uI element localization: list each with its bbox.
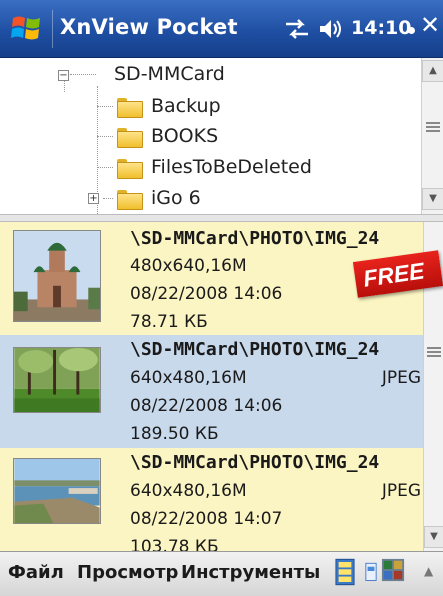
windows-start-icon[interactable] bbox=[10, 12, 44, 44]
tree-item-filestobedeleted[interactable]: FilesToBeDeleted bbox=[0, 153, 420, 183]
file-path: \SD-MMCard\PHOTO\IMG_24 bbox=[130, 339, 380, 360]
file-format: JPEG bbox=[381, 368, 421, 388]
title-bar: XnView Pocket 14:10 ✕ bbox=[0, 0, 443, 58]
file-size: 103.78 КБ bbox=[130, 537, 219, 551]
file-date: 08/22/2008 14:06 bbox=[130, 284, 283, 304]
menu-view[interactable]: Просмотр bbox=[77, 562, 178, 583]
input-panel-arrow-icon[interactable]: ▲ bbox=[424, 564, 433, 578]
scroll-up-button[interactable]: ▲ bbox=[422, 60, 443, 82]
tree-item-books[interactable]: BOOKS bbox=[0, 122, 420, 152]
file-format: JPEG bbox=[381, 481, 421, 501]
file-dimensions: 480x640,16M bbox=[130, 256, 247, 276]
tree-scrollbar[interactable]: ▲ ▼ bbox=[421, 58, 443, 214]
file-size: 78.71 КБ bbox=[130, 312, 208, 332]
file-dimensions: 640x480,16M bbox=[130, 481, 247, 501]
file-size: 189.50 КБ bbox=[130, 424, 219, 444]
menu-bar: Файл Просмотр Инструменты ▲ bbox=[0, 551, 443, 596]
folder-tree: − SD-MMCard Backup BOOKS FilesToBeDelete… bbox=[0, 58, 443, 214]
app-title: XnView Pocket bbox=[60, 15, 238, 39]
tree-item-backup[interactable]: Backup bbox=[0, 92, 420, 122]
connectivity-icon[interactable] bbox=[284, 18, 310, 40]
menu-tools[interactable]: Инструменты bbox=[181, 562, 320, 583]
volume-icon[interactable] bbox=[318, 17, 344, 41]
folder-icon bbox=[117, 190, 143, 210]
folder-icon bbox=[117, 128, 143, 148]
photo-thumbnail bbox=[13, 230, 101, 322]
collapse-toggle[interactable]: − bbox=[58, 70, 69, 81]
pane-splitter[interactable] bbox=[0, 214, 443, 222]
clock[interactable]: 14:10 bbox=[351, 17, 411, 39]
scroll-down-button[interactable]: ▼ bbox=[422, 188, 443, 210]
tree-item-label: SD-MMCard bbox=[114, 63, 225, 85]
thumbnails-view-icon[interactable] bbox=[381, 558, 405, 582]
filmstrip-view-icon[interactable] bbox=[335, 558, 355, 586]
tree-item-label: BOOKS bbox=[151, 125, 219, 147]
folder-icon bbox=[117, 159, 143, 179]
notification-dot-icon bbox=[408, 27, 415, 34]
tree-item-label: iGo 6 bbox=[151, 187, 201, 209]
file-path: \SD-MMCard\PHOTO\IMG_24 bbox=[130, 228, 380, 249]
photo-thumbnail bbox=[13, 458, 101, 524]
scroll-thumb[interactable] bbox=[426, 122, 440, 132]
scroll-thumb[interactable] bbox=[427, 347, 441, 357]
tree-item-igo6[interactable]: + iGo 6 bbox=[0, 184, 420, 214]
folder-icon bbox=[117, 98, 143, 118]
file-view-icon[interactable] bbox=[365, 558, 377, 584]
file-date: 08/22/2008 14:06 bbox=[130, 396, 283, 416]
tree-item-root[interactable]: − SD-MMCard bbox=[0, 60, 420, 90]
title-separator bbox=[52, 10, 53, 48]
tree-item-label: Backup bbox=[151, 95, 221, 117]
list-item[interactable]: \SD-MMCard\PHOTO\IMG_24 640x480,16M JPEG… bbox=[0, 335, 423, 448]
expand-toggle[interactable]: + bbox=[88, 193, 99, 204]
file-dimensions: 640x480,16M bbox=[130, 368, 247, 388]
menu-file[interactable]: Файл bbox=[8, 562, 64, 583]
file-date: 08/22/2008 14:07 bbox=[130, 509, 283, 529]
photo-thumbnail bbox=[13, 347, 101, 413]
tree-item-label: FilesToBeDeleted bbox=[151, 156, 312, 178]
scroll-down-button[interactable]: ▼ bbox=[424, 526, 443, 548]
list-item[interactable]: \SD-MMCard\PHOTO\IMG_24 640x480,16M JPEG… bbox=[0, 448, 423, 551]
close-button[interactable]: ✕ bbox=[420, 13, 440, 37]
file-path: \SD-MMCard\PHOTO\IMG_24 bbox=[130, 452, 380, 473]
